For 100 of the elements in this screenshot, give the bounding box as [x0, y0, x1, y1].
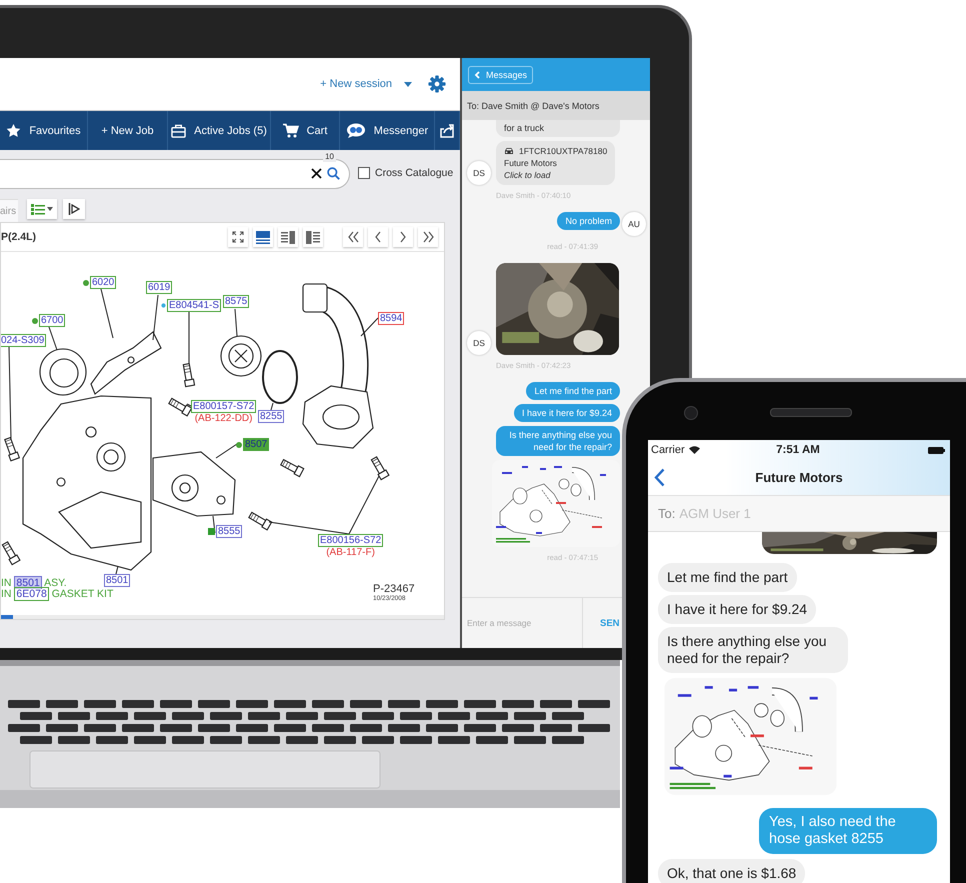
footnote: IN 8501 ASY.: [1, 578, 67, 589]
message-bubble: Ok, that one is $1.68: [658, 859, 806, 883]
message-bubble: Let me find the part: [658, 563, 797, 592]
avatar: DS: [467, 161, 491, 185]
nav-item[interactable]: + New Job: [88, 111, 168, 150]
part-label: E804541-S: [167, 299, 222, 312]
message-bubble: I have it here for $9.24: [514, 404, 620, 422]
square-icon: [208, 528, 215, 535]
dot-icon: [236, 442, 242, 448]
back-icon: [474, 70, 480, 78]
message-field[interactable]: Enter a message: [462, 598, 582, 648]
car-icon: [504, 147, 514, 155]
share-icon: [440, 124, 454, 138]
part-label: 024-S309: [1, 334, 46, 347]
message-bubble: Is there anything else you need for the repair?: [658, 627, 848, 673]
message-bubble: for a truck: [496, 120, 620, 137]
nav-item[interactable]: Active Jobs (5): [168, 111, 271, 150]
layout-icon: [306, 230, 320, 244]
chevron-icon: [348, 231, 358, 243]
part-label: 8501: [104, 574, 130, 587]
cart-icon: [282, 123, 299, 138]
footnote: IN 6E078 GASKET KIT: [1, 589, 114, 600]
fullscreen-button[interactable]: [228, 227, 248, 247]
recipient-text: To: Dave Smith @ Dave's Motors: [467, 100, 600, 110]
nav-item[interactable]: Messenger: [340, 111, 435, 150]
chevron-icon: [422, 231, 434, 243]
battery-icon: [928, 446, 945, 454]
clock-text: 7:51 AM: [776, 444, 820, 456]
part-label: 8507: [243, 438, 270, 451]
dot-icon: [32, 318, 38, 324]
new-session-link[interactable]: + New session: [320, 78, 392, 90]
thermostat-drawing: [220, 336, 262, 376]
leader-line: [360, 318, 378, 336]
part-label: 8594: [378, 312, 404, 325]
recipient-label: To:: [658, 506, 676, 521]
dot-icon: [83, 280, 89, 286]
leader-line: [216, 444, 238, 458]
last-page-button[interactable]: [418, 227, 438, 247]
leader-line: [116, 566, 118, 574]
dot-icon: [161, 303, 166, 308]
avatar: DS: [467, 331, 491, 355]
bolt-icon: [248, 512, 272, 531]
diagram-title: P(2.4L): [1, 231, 36, 243]
speaker-icon: [770, 408, 852, 417]
part-label: 8555: [216, 525, 242, 538]
leader-line: [100, 288, 114, 338]
seal-cover-drawing: [39, 348, 87, 396]
layout-icon: [256, 230, 270, 244]
bolt-icon: [370, 456, 390, 480]
bolt-icon: [280, 458, 304, 478]
back-icon: [654, 468, 665, 487]
layout-button[interactable]: [303, 227, 323, 247]
search-field[interactable]: [0, 158, 350, 188]
gasket-ring-drawing: [262, 350, 298, 404]
nav-item[interactable]: Favourites: [0, 111, 88, 150]
bolt-icon: [182, 363, 196, 388]
layout-button[interactable]: [253, 227, 273, 247]
star-icon: [6, 123, 22, 138]
nav-item[interactable]: Cart: [271, 111, 340, 150]
checkbox[interactable]: [358, 166, 370, 178]
caret-icon: [47, 207, 54, 211]
chat-title: Future Motors: [755, 470, 843, 485]
message-bubble: I have it here for $9.24: [658, 595, 816, 624]
next-page-button[interactable]: [393, 227, 413, 247]
leader-line: [48, 326, 58, 350]
briefcase-icon: [171, 124, 186, 138]
part-label: 6019: [146, 281, 172, 294]
previous-page-button[interactable]: [368, 227, 388, 247]
leader-line: [270, 402, 274, 410]
collapse-button[interactable]: [63, 199, 86, 219]
leader-line: [234, 308, 238, 336]
clear-icon: [311, 168, 322, 179]
checkbox-label[interactable]: Cross Catalogue: [375, 166, 454, 178]
list-view-button[interactable]: [27, 199, 58, 219]
part-label: 8575: [223, 295, 250, 308]
vin-text: 1FTCR10UXTPA78180: [519, 145, 608, 157]
part-label: 6020: [90, 276, 116, 289]
part-note: (AB-117-F): [326, 547, 375, 558]
result-count: 10: [323, 152, 336, 162]
drawing-number: P-23467: [373, 584, 415, 595]
load-link[interactable]: Click to load: [504, 169, 608, 181]
bracket-drawing: [90, 331, 162, 395]
layout-button[interactable]: [278, 227, 298, 247]
bolt-icon: [4, 436, 20, 462]
message-bubble: No problem: [557, 212, 620, 230]
message-bubble: Let me find the part: [526, 382, 620, 400]
carrier-text: Carrier: [651, 444, 685, 456]
settings-icon: [428, 75, 446, 93]
part-note: (AB-122-DD): [194, 413, 252, 424]
bolt-icon: [168, 398, 192, 417]
avatar: AU: [622, 212, 646, 236]
first-page-button[interactable]: [343, 227, 363, 247]
collapse-icon: [68, 203, 80, 215]
vehicle-card[interactable]: 1FTCR10UXTPA78180 Future Motors Click to load: [496, 141, 616, 185]
caret-icon: [404, 82, 412, 86]
back-button[interactable]: [654, 468, 665, 487]
leader-line: [152, 294, 158, 340]
part-label: E800156-S72: [318, 534, 384, 547]
part-label: 8255: [258, 410, 284, 423]
leader-line: [188, 312, 190, 364]
